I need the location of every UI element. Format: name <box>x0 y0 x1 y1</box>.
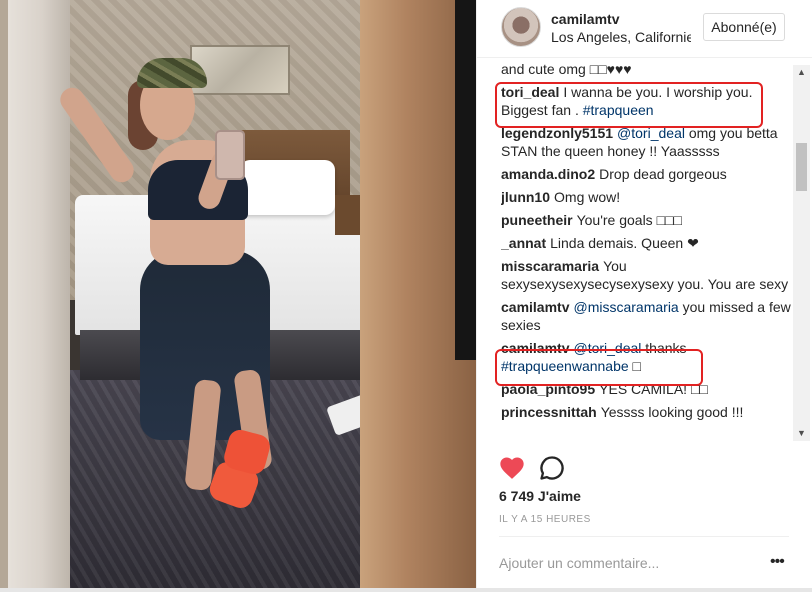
comment-text: Omg wow! <box>554 189 621 205</box>
comment-item: camilamtv @tori_deal thanks #trapqueenwan… <box>501 339 791 375</box>
comment-mention[interactable]: @tori_deal <box>617 125 685 141</box>
post-author-username[interactable]: camilamtv <box>551 11 619 27</box>
comment-item: legendzonly5151 @tori_deal omg you betta … <box>501 124 791 160</box>
comment-text-tail: □ <box>628 358 642 374</box>
comment-mention[interactable]: @misscaramaria <box>573 299 678 315</box>
comment-author[interactable]: princessnittah <box>501 404 597 420</box>
comment-text: Yessss looking good !!! <box>600 404 744 420</box>
comment-item: puneetheir You're goals □□□ <box>501 211 791 229</box>
comment-author[interactable]: amanda.dino2 <box>501 166 595 182</box>
comment-author[interactable]: camilamtv <box>501 299 569 315</box>
post-actions <box>476 452 812 492</box>
post-header: camilamtv Los Angeles, Californie Abonné… <box>477 0 812 58</box>
more-options-icon[interactable]: ••• <box>770 553 785 571</box>
comment-item: tori_deal I wanna be you. I worship you. … <box>501 83 791 119</box>
comment-item: camilamtv @misscaramaria you missed a few… <box>501 298 791 334</box>
comment-hashtag[interactable]: #trapqueen <box>583 102 654 118</box>
likes-count[interactable]: 6 749 J'aime <box>499 488 581 504</box>
post-timestamp[interactable]: IL Y A 15 HEURES <box>499 514 591 525</box>
photo-mirror-shadow <box>455 0 476 360</box>
comment-item: jlunn10 Omg wow! <box>501 188 791 206</box>
heart-icon[interactable] <box>498 454 526 482</box>
comment-author[interactable]: paola_pinto95 <box>501 381 595 397</box>
comments-list[interactable]: and cute omg □□♥♥♥ tori_deal I wanna be y… <box>501 63 791 441</box>
scroll-down-arrow-icon[interactable]: ▼ <box>797 428 806 438</box>
comment-text: and cute omg □□♥♥♥ <box>501 63 632 77</box>
comment-author[interactable]: tori_deal <box>501 84 559 100</box>
photo-pillow <box>240 160 335 215</box>
comment-item: misscaramaria You sexysexysexysecysexysex… <box>501 257 791 293</box>
comments-scrollbar[interactable]: ▲ ▼ <box>793 65 810 441</box>
photo-person-cap <box>137 58 207 88</box>
avatar[interactable] <box>501 7 541 47</box>
divider <box>499 536 789 537</box>
comment-item: _annat Linda demais. Queen ❤ <box>501 234 791 252</box>
comment-text: YES CAMILA! □□ <box>599 381 708 397</box>
comment-item: and cute omg □□♥♥♥ <box>501 63 791 78</box>
photo-artwork <box>190 45 290 95</box>
comment-text: Linda demais. Queen ❤ <box>550 235 699 251</box>
comment-mention[interactable]: @tori_deal <box>573 340 641 356</box>
photo-person-phone <box>215 130 245 180</box>
scroll-up-arrow-icon[interactable]: ▲ <box>797 67 806 77</box>
post-location[interactable]: Los Angeles, Californie <box>551 29 691 45</box>
following-button[interactable]: Abonné(e) <box>703 13 785 41</box>
comment-text: thanks <box>641 340 687 356</box>
speech-bubble-icon[interactable] <box>538 454 566 482</box>
comment-author[interactable]: misscaramaria <box>501 258 599 274</box>
comment-author[interactable]: jlunn10 <box>501 189 550 205</box>
comment-item: paola_pinto95 YES CAMILA! □□ <box>501 380 791 398</box>
comment-author[interactable]: puneetheir <box>501 212 573 228</box>
add-comment-input[interactable] <box>499 553 759 573</box>
comment-item: princessnittah Yessss looking good !!! <box>501 403 791 421</box>
photo-wall-left <box>0 0 70 592</box>
post-photo[interactable] <box>0 0 476 592</box>
comment-author[interactable]: _annat <box>501 235 546 251</box>
comment-hashtag[interactable]: #trapqueenwannabe <box>501 358 629 374</box>
scrollbar-thumb[interactable] <box>796 143 807 191</box>
comment-text: Drop dead gorgeous <box>599 166 727 182</box>
window-bottom-edge <box>0 588 812 592</box>
comment-author[interactable]: legendzonly5151 <box>501 125 613 141</box>
comment-text: You're goals □□□ <box>576 212 682 228</box>
photo-nightstand <box>335 195 360 235</box>
comment-item: amanda.dino2 Drop dead gorgeous <box>501 165 791 183</box>
comment-author[interactable]: camilamtv <box>501 340 569 356</box>
photo-mirror-edge <box>0 0 8 592</box>
